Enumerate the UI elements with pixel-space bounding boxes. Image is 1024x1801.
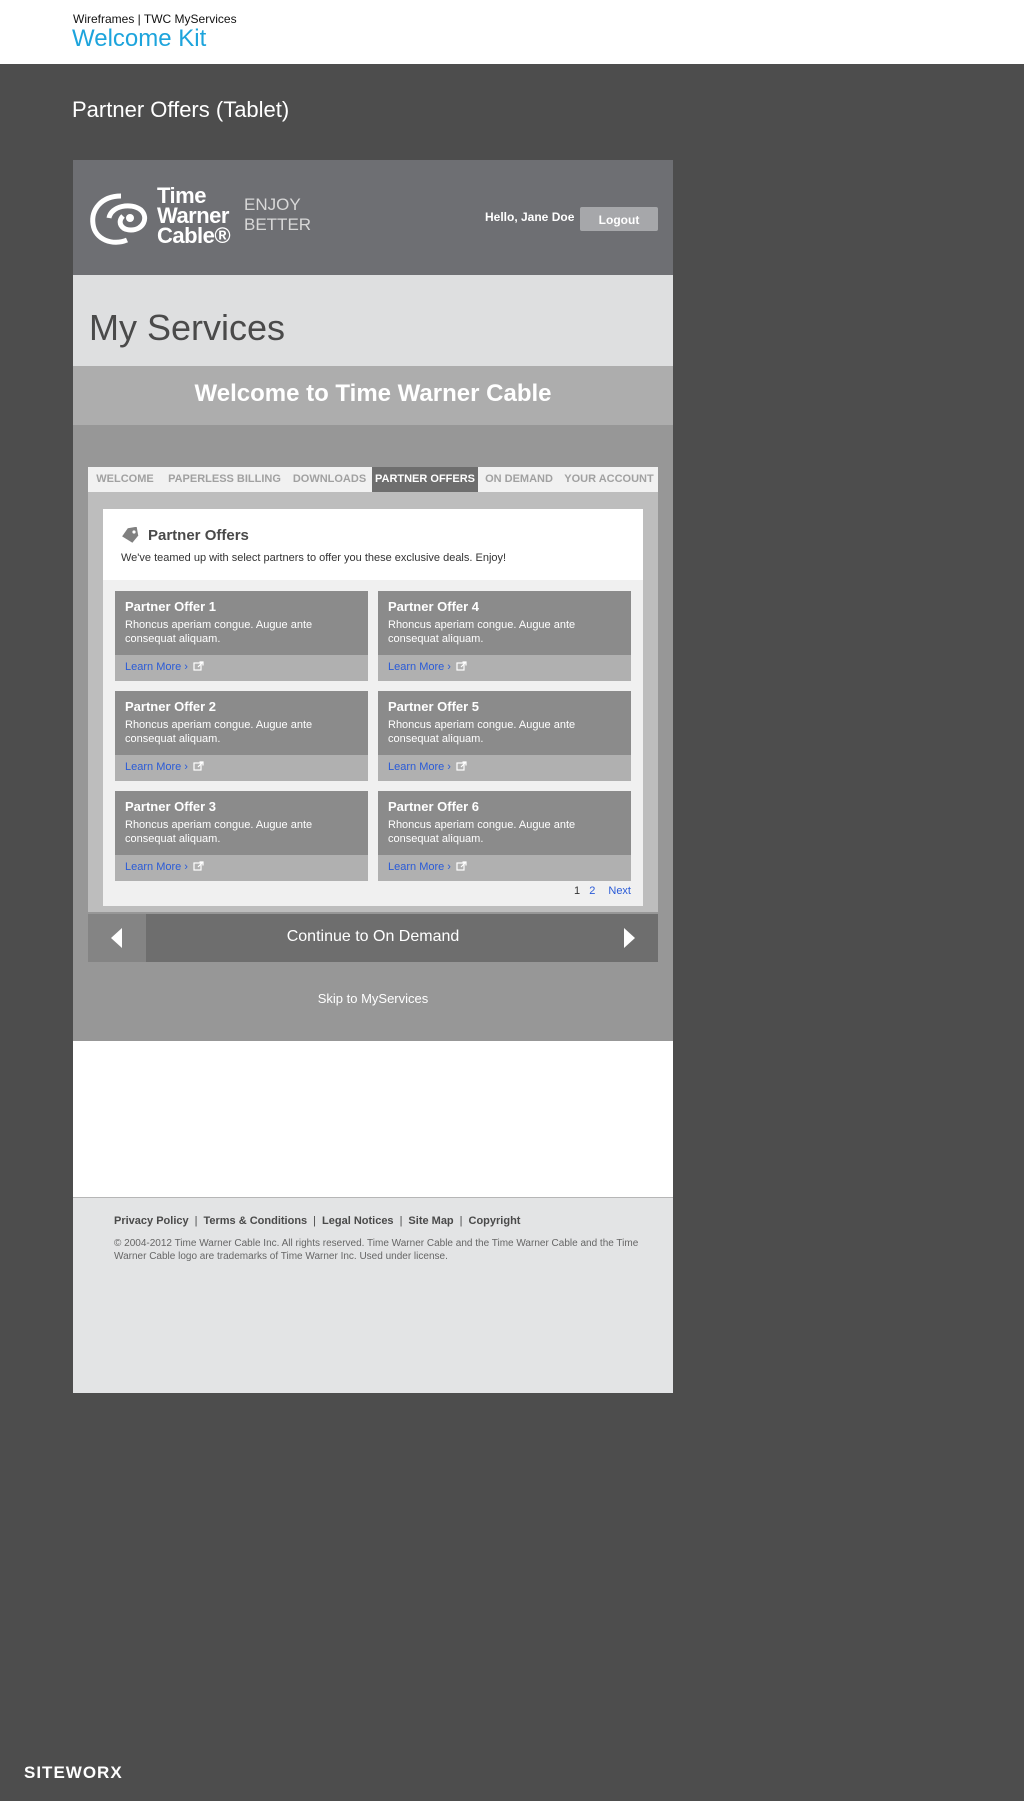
skip-link[interactable]: Skip to MyServices bbox=[73, 991, 673, 1006]
site-footer: Privacy Policy | Terms & Conditions | Legal … bbox=[73, 1197, 673, 1393]
offer-card-footer: Learn More › bbox=[378, 855, 631, 881]
offer-card-footer: Learn More › bbox=[378, 655, 631, 681]
offer-card-footer: Learn More › bbox=[115, 755, 368, 781]
page-heading: Partner Offers (Tablet) bbox=[72, 97, 290, 122]
offer-description: Rhoncus aperiam congue. Augue ante conse… bbox=[125, 619, 313, 645]
offer-card-body: Partner Offer 6 Rhoncus aperiam congue. … bbox=[378, 791, 631, 855]
learn-more-link[interactable]: Learn More › bbox=[125, 761, 188, 773]
offer-card-body: Partner Offer 1 Rhoncus aperiam congue. … bbox=[115, 591, 368, 655]
twc-wordmark[interactable]: Time Warner Cable® bbox=[157, 185, 231, 248]
tablet-frame: Time Warner Cable® ENJOY BETTER Hello, J… bbox=[73, 160, 673, 1393]
offer-card: Partner Offer 2 Rhoncus aperiam congue. … bbox=[115, 691, 368, 781]
siteworx-logo: SITEWORX bbox=[24, 1763, 123, 1782]
learn-more-link[interactable]: Learn More › bbox=[388, 861, 451, 873]
learn-more-link[interactable]: Learn More › bbox=[125, 861, 188, 873]
offer-description: Rhoncus aperiam congue. Augue ante conse… bbox=[125, 819, 313, 845]
offer-card: Partner Offer 1 Rhoncus aperiam congue. … bbox=[115, 591, 368, 681]
previous-button[interactable] bbox=[88, 914, 146, 962]
page-2[interactable]: 2 bbox=[589, 885, 595, 897]
offer-card: Partner Offer 3 Rhoncus aperiam congue. … bbox=[115, 791, 368, 881]
tab-partner-offers[interactable]: PARTNER OFFERS bbox=[372, 467, 478, 492]
terms-link[interactable]: Terms & Conditions bbox=[203, 1215, 307, 1227]
offer-title: Partner Offer 2 bbox=[125, 699, 217, 714]
wireframe-subtitle: Wireframes | TWC MyServices bbox=[73, 12, 237, 26]
wireframe-title: Welcome Kit bbox=[72, 25, 207, 52]
site-map-link[interactable]: Site Map bbox=[408, 1215, 453, 1227]
offer-title: Partner Offer 1 bbox=[125, 599, 217, 614]
wireframe-header: Wireframes | TWC MyServices Welcome Kit bbox=[0, 0, 1024, 64]
external-link-icon bbox=[456, 761, 467, 771]
user-greeting: Hello, Jane Doe bbox=[485, 210, 575, 224]
offer-description: Rhoncus aperiam congue. Augue ante conse… bbox=[388, 719, 576, 745]
offer-card: Partner Offer 4 Rhoncus aperiam congue. … bbox=[378, 591, 631, 681]
external-link-icon bbox=[193, 661, 204, 671]
tagline-line-2: BETTER bbox=[244, 215, 312, 234]
arrow-left-icon bbox=[111, 928, 122, 948]
tagline: ENJOY BETTER bbox=[244, 195, 311, 235]
offer-card-body: Partner Offer 2 Rhoncus aperiam congue. … bbox=[115, 691, 368, 755]
logo-line-3: Cable® bbox=[157, 223, 231, 248]
tab-downloads[interactable]: DOWNLOADS bbox=[287, 467, 372, 492]
offer-card-footer: Learn More › bbox=[115, 855, 368, 881]
learn-more-link[interactable]: Learn More › bbox=[388, 761, 451, 773]
privacy-policy-link[interactable]: Privacy Policy bbox=[114, 1215, 189, 1227]
twc-eye-logo-icon bbox=[90, 193, 148, 245]
offer-title: Partner Offer 6 bbox=[388, 799, 480, 814]
panel-title: Partner Offers bbox=[148, 527, 249, 544]
offer-title: Partner Offer 5 bbox=[388, 699, 480, 714]
site-header: Time Warner Cable® ENJOY BETTER Hello, J… bbox=[73, 160, 673, 275]
offer-title: Partner Offer 3 bbox=[125, 799, 217, 814]
panel-header: Partner Offers We've teamed up with sele… bbox=[103, 509, 643, 580]
welcome-title: Welcome to Time Warner Cable bbox=[194, 380, 552, 407]
tagline-line-1: ENJOY bbox=[244, 195, 301, 214]
offer-card-footer: Learn More › bbox=[115, 655, 368, 681]
offer-card-body: Partner Offer 4 Rhoncus aperiam congue. … bbox=[378, 591, 631, 655]
page-1[interactable]: 1 bbox=[574, 885, 580, 897]
step-navigation: Continue to On Demand bbox=[88, 914, 658, 962]
panel-description: We've teamed up with select partners to … bbox=[121, 552, 507, 564]
copyright-text: © 2004-2012 Time Warner Cable Inc. All r… bbox=[114, 1238, 639, 1262]
tab-your-account[interactable]: YOUR ACCOUNT bbox=[560, 467, 658, 492]
external-link-icon bbox=[193, 761, 204, 771]
offer-card: Partner Offer 5 Rhoncus aperiam congue. … bbox=[378, 691, 631, 781]
tab-welcome[interactable]: WELCOME bbox=[88, 467, 162, 492]
tab-on-demand[interactable]: ON DEMAND bbox=[478, 467, 560, 492]
offer-card-body: Partner Offer 5 Rhoncus aperiam congue. … bbox=[378, 691, 631, 755]
partner-offers-panel: Partner Offers We've teamed up with sele… bbox=[103, 509, 643, 906]
my-services-band: My Services bbox=[73, 275, 673, 366]
next-button[interactable] bbox=[600, 914, 658, 962]
offer-card-body: Partner Offer 3 Rhoncus aperiam congue. … bbox=[115, 791, 368, 855]
welcome-banner: Welcome to Time Warner Cable bbox=[73, 366, 673, 425]
legal-notices-link[interactable]: Legal Notices bbox=[322, 1215, 394, 1227]
offer-card: Partner Offer 6 Rhoncus aperiam congue. … bbox=[378, 791, 631, 881]
external-link-icon bbox=[193, 861, 204, 871]
arrow-right-icon bbox=[624, 928, 635, 948]
tab-panel: Partner Offers We've teamed up with sele… bbox=[88, 492, 658, 912]
tab-bar: WELCOME PAPERLESS BILLING DOWNLOADS PART… bbox=[88, 467, 658, 492]
offer-title: Partner Offer 4 bbox=[388, 599, 480, 614]
offer-card-footer: Learn More › bbox=[378, 755, 631, 781]
tab-paperless-billing[interactable]: PAPERLESS BILLING bbox=[162, 467, 287, 492]
offer-description: Rhoncus aperiam congue. Augue ante conse… bbox=[388, 819, 576, 845]
copyright-link[interactable]: Copyright bbox=[469, 1215, 521, 1227]
welcome-kit-content: WELCOME PAPERLESS BILLING DOWNLOADS PART… bbox=[73, 425, 673, 1041]
offer-description: Rhoncus aperiam congue. Augue ante conse… bbox=[125, 719, 313, 745]
offer-description: Rhoncus aperiam congue. Augue ante conse… bbox=[388, 619, 576, 645]
logout-button[interactable]: Logout bbox=[580, 207, 658, 231]
learn-more-link[interactable]: Learn More › bbox=[125, 661, 188, 673]
footer-links: Privacy Policy | Terms & Conditions | Legal … bbox=[114, 1215, 521, 1227]
external-link-icon bbox=[456, 861, 467, 871]
external-link-icon bbox=[456, 661, 467, 671]
pagination: 1 2 Next bbox=[568, 885, 631, 897]
price-tag-icon bbox=[122, 527, 139, 543]
learn-more-link[interactable]: Learn More › bbox=[388, 661, 451, 673]
my-services-title: My Services bbox=[89, 307, 286, 348]
next-page-link[interactable]: Next bbox=[608, 885, 631, 897]
continue-button[interactable]: Continue to On Demand bbox=[146, 928, 600, 946]
